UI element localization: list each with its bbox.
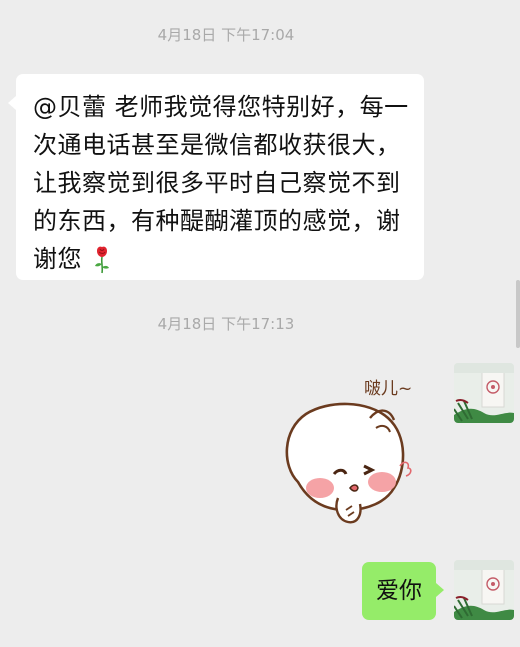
scrollbar[interactable] <box>516 280 520 348</box>
incoming-message-bubble[interactable]: @贝蕾 老师我觉得您特别好，每一次通电话甚至是微信都收获很大，让我察觉到很多平时… <box>8 74 424 280</box>
avatar-image <box>454 560 514 620</box>
incoming-message-text: @贝蕾 老师我觉得您特别好，每一次通电话甚至是微信都收获很大，让我察觉到很多平时… <box>33 93 409 273</box>
incoming-message-text-wrap: @贝蕾 老师我觉得您特别好，每一次通电话甚至是微信都收获很大，让我察觉到很多平时… <box>33 88 412 278</box>
outgoing-message-bubble[interactable]: 爱你 <box>362 562 444 620</box>
message-timestamp: 4月18日 下午17:13 <box>157 315 295 333</box>
user-avatar[interactable] <box>454 560 514 620</box>
sticker-caption: 啵儿~ <box>364 379 412 399</box>
cute-bun-kiss-sticker[interactable]: 啵儿~ <box>276 370 436 535</box>
rose-icon <box>95 246 110 274</box>
sticker-image: 啵儿~ <box>285 379 412 524</box>
outgoing-message-text: 爱你 <box>376 578 422 604</box>
message-timestamp: 4月18日 下午17:04 <box>157 26 295 44</box>
user-avatar[interactable] <box>454 363 514 423</box>
avatar-image <box>454 363 514 423</box>
chat-window: 4月18日 下午17:04 @贝蕾 老师我觉得您特别好，每一次通电话甚至是微信都… <box>0 0 520 647</box>
